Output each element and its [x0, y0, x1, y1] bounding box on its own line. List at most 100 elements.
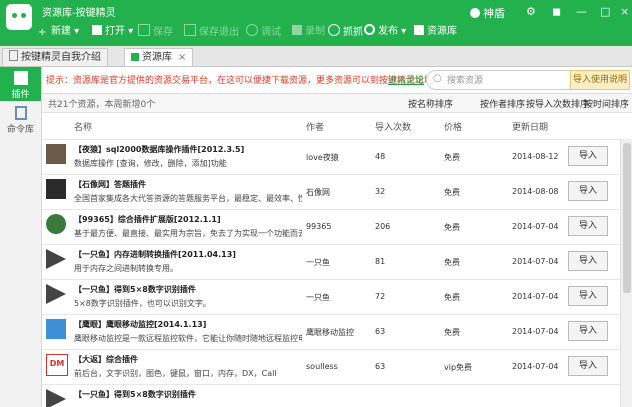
row-author: 鹰眼移动监控 — [306, 328, 354, 337]
plugin-thumbnail: DM — [46, 354, 68, 376]
import-button[interactable]: 导入 — [568, 181, 608, 201]
row-title: 【夜猿】sql2000数据库操作插件[2012.3.5] — [74, 145, 245, 154]
user-name[interactable]: 神盾 — [470, 5, 505, 21]
table-row: DM 【大返】综合插件 前后台，文字识别，图色，键鼠，窗口，内存，DX，Call… — [42, 350, 620, 385]
row-author: 一只鱼 — [306, 293, 330, 302]
row-title: 【大返】综合插件 — [74, 355, 138, 364]
search-icon: ○ — [433, 73, 442, 84]
forum-link[interactable]: 进入论坛 — [388, 73, 424, 86]
resource-library-button[interactable]: 资源库 — [414, 24, 457, 40]
row-price: 免费 — [444, 223, 460, 232]
user-avatar-icon — [470, 8, 480, 18]
import-button[interactable]: 导入 — [568, 251, 608, 271]
row-author: 石像网 — [306, 188, 330, 197]
minimize-button[interactable]: — — [576, 5, 587, 18]
row-description: 5×8数字识别插件，也可以识别文字。 — [74, 299, 211, 308]
import-button[interactable]: 导入 — [568, 356, 608, 376]
import-button[interactable]: 导入 — [568, 286, 608, 306]
row-date: 2014-07-04 — [512, 257, 559, 266]
maximize-button[interactable]: □ — [600, 5, 610, 18]
save-button[interactable]: 保存 — [138, 24, 173, 40]
sidebar-item-commands[interactable]: 命令库 — [0, 103, 41, 137]
book-icon — [14, 106, 27, 120]
new-button[interactable]: + 新建 ▾ — [38, 24, 79, 40]
open-button[interactable]: 打开 ▾ — [92, 24, 133, 40]
plugin-thumbnail — [46, 179, 66, 199]
row-imports: 81 — [375, 257, 386, 266]
capture-button[interactable]: 抓抓 — [328, 24, 363, 40]
row-title: 【一只鱼】得到5×8数字识别插件 — [74, 390, 196, 399]
publish-button[interactable]: 发布 ▾ — [364, 24, 406, 40]
sort-by-name[interactable]: 按名称排序 — [408, 97, 453, 110]
column-name: 名称 — [74, 123, 93, 133]
sort-by-author[interactable]: 按作者排序 — [480, 97, 525, 110]
column-price: 价格 — [444, 123, 463, 133]
row-author: 一只鱼 — [306, 258, 330, 267]
plugin-thumbnail — [46, 144, 66, 164]
plus-icon: + — [38, 27, 47, 38]
import-button[interactable]: 导入 — [568, 146, 608, 166]
close-button[interactable]: × — [620, 5, 629, 18]
row-title: 【一只鱼】内存进制转换插件[2011.04.13] — [74, 250, 236, 259]
sort-by-time[interactable]: 按时间排序 — [584, 97, 629, 110]
settings-icon[interactable]: ⚙ — [526, 5, 536, 18]
row-price: 免费 — [444, 153, 460, 162]
scrollbar-thumb[interactable] — [623, 143, 631, 293]
debug-button[interactable]: 调试 — [246, 24, 281, 40]
record-button[interactable]: 录制 — [292, 24, 325, 40]
tab-bar: 按键精灵自我介绍 资源库 × — [0, 46, 632, 67]
row-imports: 63 — [375, 362, 386, 371]
cube-icon — [13, 71, 28, 85]
row-date: 2014-08-12 — [512, 152, 559, 161]
row-description: 基于最方便、最直接、最实用为宗旨，免去了为实现一个功能而去写 — [74, 229, 302, 238]
import-help-button[interactable]: 导入使用说明 — [570, 70, 630, 90]
sidebar-item-plugins[interactable]: 插件 — [0, 67, 41, 101]
sort-by-imports[interactable]: 按导入次数排序 — [526, 97, 589, 110]
resource-count: 共21个资源，本周新增0个 — [48, 100, 156, 110]
search-input[interactable]: 搜索资源 — [447, 73, 483, 86]
plugin-thumbnail — [46, 319, 66, 339]
folder-icon — [92, 25, 102, 35]
row-date: 2014-07-04 — [512, 362, 559, 371]
tab-resource-library[interactable]: 资源库 × — [124, 48, 194, 66]
library-tab-icon — [131, 53, 139, 61]
import-button[interactable]: 导入 — [568, 216, 608, 236]
row-description: 前后台，文字识别，图色，键鼠，窗口，内存，DX，Call — [74, 369, 277, 378]
row-imports: 206 — [375, 222, 391, 231]
table-row: 【一只鱼】得到5×8数字识别插件 — [42, 385, 620, 407]
save-icon — [138, 24, 150, 36]
column-imports: 导入次数 — [375, 123, 412, 133]
table-row: 【99365】综合插件扩展版[2012.1.1] 基于最方便、最直接、最实用为宗… — [42, 210, 620, 245]
scrollbar[interactable] — [620, 139, 632, 407]
tab-close-icon[interactable]: × — [178, 52, 186, 63]
skin-icon[interactable]: ◼ — [552, 5, 561, 18]
row-title: 【一只鱼】得到5×8数字识别插件 — [74, 285, 196, 294]
table-header: 名称 作者 导入次数 价格 更新日期 — [42, 113, 632, 140]
column-date: 更新日期 — [512, 123, 549, 133]
plugin-thumbnail — [46, 389, 66, 407]
table-row: 【一只鱼】内存进制转换插件[2011.04.13] 用于内存之间进制转换专用。 … — [42, 245, 620, 280]
document-icon — [9, 50, 18, 61]
row-description: 数据库操作 [查询，修改，删除，添加]功能 — [74, 159, 227, 168]
row-description: 用于内存之间进制转换专用。 — [74, 264, 178, 273]
import-button[interactable]: 导入 — [568, 321, 608, 341]
row-price: 免费 — [444, 328, 460, 337]
row-author: love夜猿 — [306, 153, 339, 162]
table-row: 【鹰眼】鹰眼移动监控[2014.1.13] 鹰眼移动监控是一款远程监控软件，它能… — [42, 315, 620, 350]
table-row: 【一只鱼】得到5×8数字识别插件 5×8数字识别插件，也可以识别文字。 一只鱼 … — [42, 280, 620, 315]
row-date: 2014-07-04 — [512, 222, 559, 231]
save-exit-button[interactable]: 保存退出 — [184, 24, 239, 40]
row-author: 99365 — [306, 222, 332, 231]
debug-icon — [246, 24, 258, 36]
tab-intro[interactable]: 按键精灵自我介绍 — [2, 48, 108, 66]
title-bar: 资源库-按键精灵 神盾 ⚙ ◼ — □ × + 新建 ▾ 打开 ▾ 保存 保存退出… — [0, 0, 632, 46]
capture-icon — [328, 24, 340, 36]
row-title: 【鹰眼】鹰眼移动监控[2014.1.13] — [74, 320, 207, 329]
plugin-thumbnail — [46, 249, 66, 269]
row-title: 【99365】综合插件扩展版[2012.1.1] — [74, 215, 221, 224]
row-imports: 63 — [375, 327, 386, 336]
row-price: 免费 — [444, 258, 460, 267]
app-logo-icon — [6, 4, 32, 30]
column-author: 作者 — [306, 123, 325, 133]
row-description: 鹰眼移动监控是一款远程监控软件，它能让你随时随地远程监控电 — [74, 334, 302, 343]
